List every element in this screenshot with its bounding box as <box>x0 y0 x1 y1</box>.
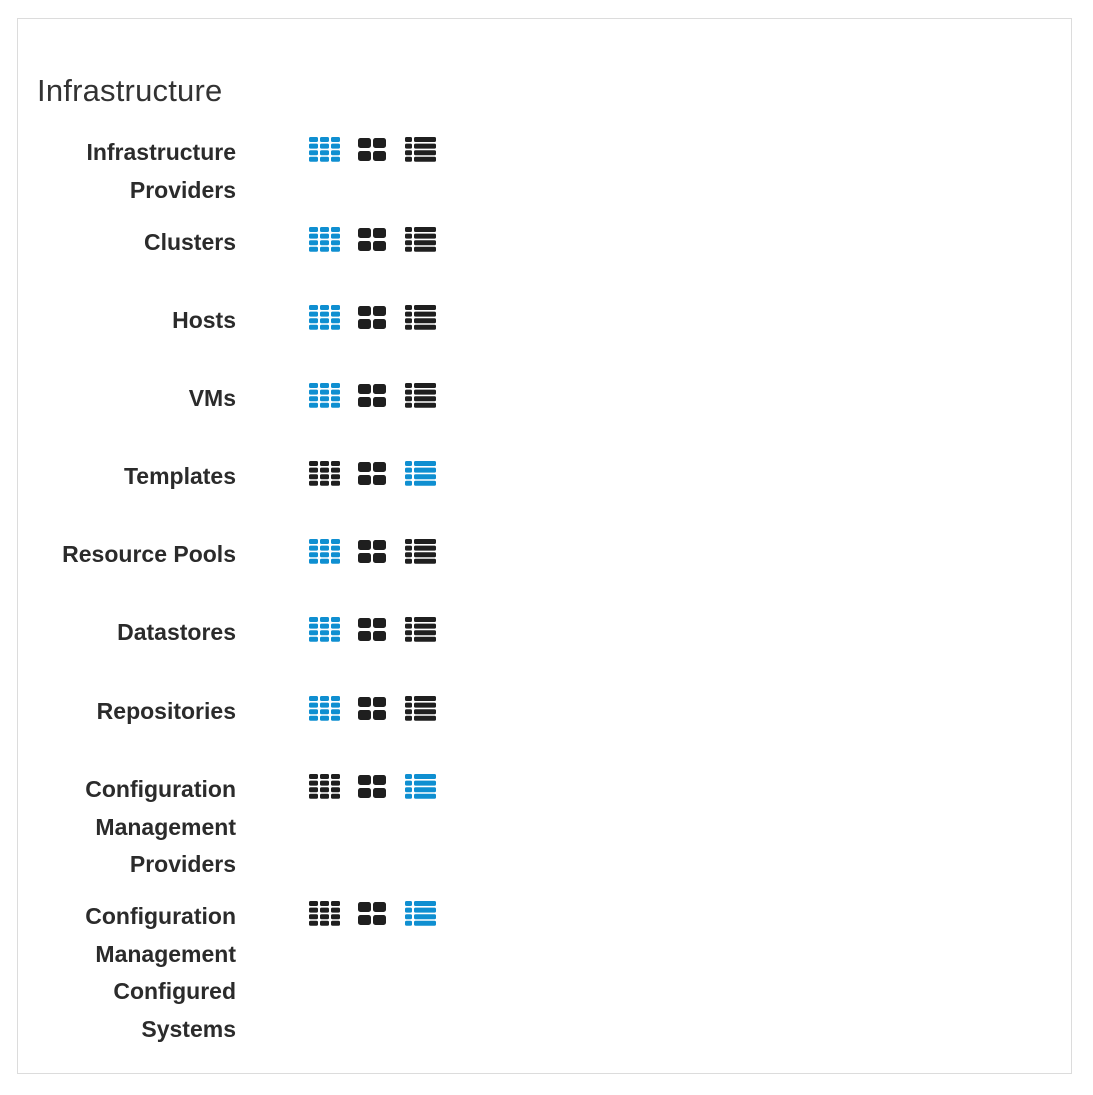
grid-view-icon[interactable] <box>309 901 343 929</box>
list-view-icon[interactable] <box>405 774 439 802</box>
list-view-icon[interactable] <box>405 901 439 929</box>
tile-view-icon[interactable] <box>357 617 391 645</box>
row-label: Hosts <box>172 307 236 333</box>
tile-view-icon[interactable] <box>357 383 391 411</box>
grid-view-icon[interactable] <box>309 461 343 489</box>
list-view-icon[interactable] <box>405 696 439 724</box>
list-view-icon[interactable] <box>405 227 439 255</box>
grid-view-icon[interactable] <box>309 383 343 411</box>
tile-view-icon[interactable] <box>357 137 391 165</box>
row-label: Resource Pools <box>62 541 236 567</box>
tile-view-icon[interactable] <box>357 227 391 255</box>
list-view-icon[interactable] <box>405 461 439 489</box>
list-view-icon[interactable] <box>405 617 439 645</box>
tile-view-icon[interactable] <box>357 539 391 567</box>
grid-view-icon[interactable] <box>309 617 343 645</box>
tile-view-icon[interactable] <box>357 461 391 489</box>
grid-view-icon[interactable] <box>309 774 343 802</box>
grid-view-icon[interactable] <box>309 227 343 255</box>
row-label: Clusters <box>143 229 236 255</box>
tile-view-icon[interactable] <box>357 696 391 724</box>
tile-view-icon[interactable] <box>357 305 391 333</box>
infrastructure-panel: Infrastructure Infrastructure Providers … <box>17 18 1072 1074</box>
tile-view-icon[interactable] <box>357 774 391 802</box>
row-label: Configuration Management Providers <box>85 776 236 877</box>
row-label: Configuration Management Configured Syst… <box>85 903 236 1042</box>
list-view-icon[interactable] <box>405 137 439 165</box>
row-label: Datastores <box>117 619 236 645</box>
section-title: Infrastructure <box>37 73 223 108</box>
row-label: Templates <box>123 463 236 489</box>
grid-view-icon[interactable] <box>309 539 343 567</box>
grid-view-icon[interactable] <box>309 696 343 724</box>
list-view-icon[interactable] <box>405 305 439 333</box>
row-label: VMs <box>188 385 236 411</box>
grid-view-icon[interactable] <box>309 137 343 165</box>
row-label: Infrastructure Providers <box>86 139 236 203</box>
grid-view-icon[interactable] <box>309 305 343 333</box>
row-label: Repositories <box>96 698 236 724</box>
tile-view-icon[interactable] <box>357 901 391 929</box>
list-view-icon[interactable] <box>405 383 439 411</box>
list-view-icon[interactable] <box>405 539 439 567</box>
